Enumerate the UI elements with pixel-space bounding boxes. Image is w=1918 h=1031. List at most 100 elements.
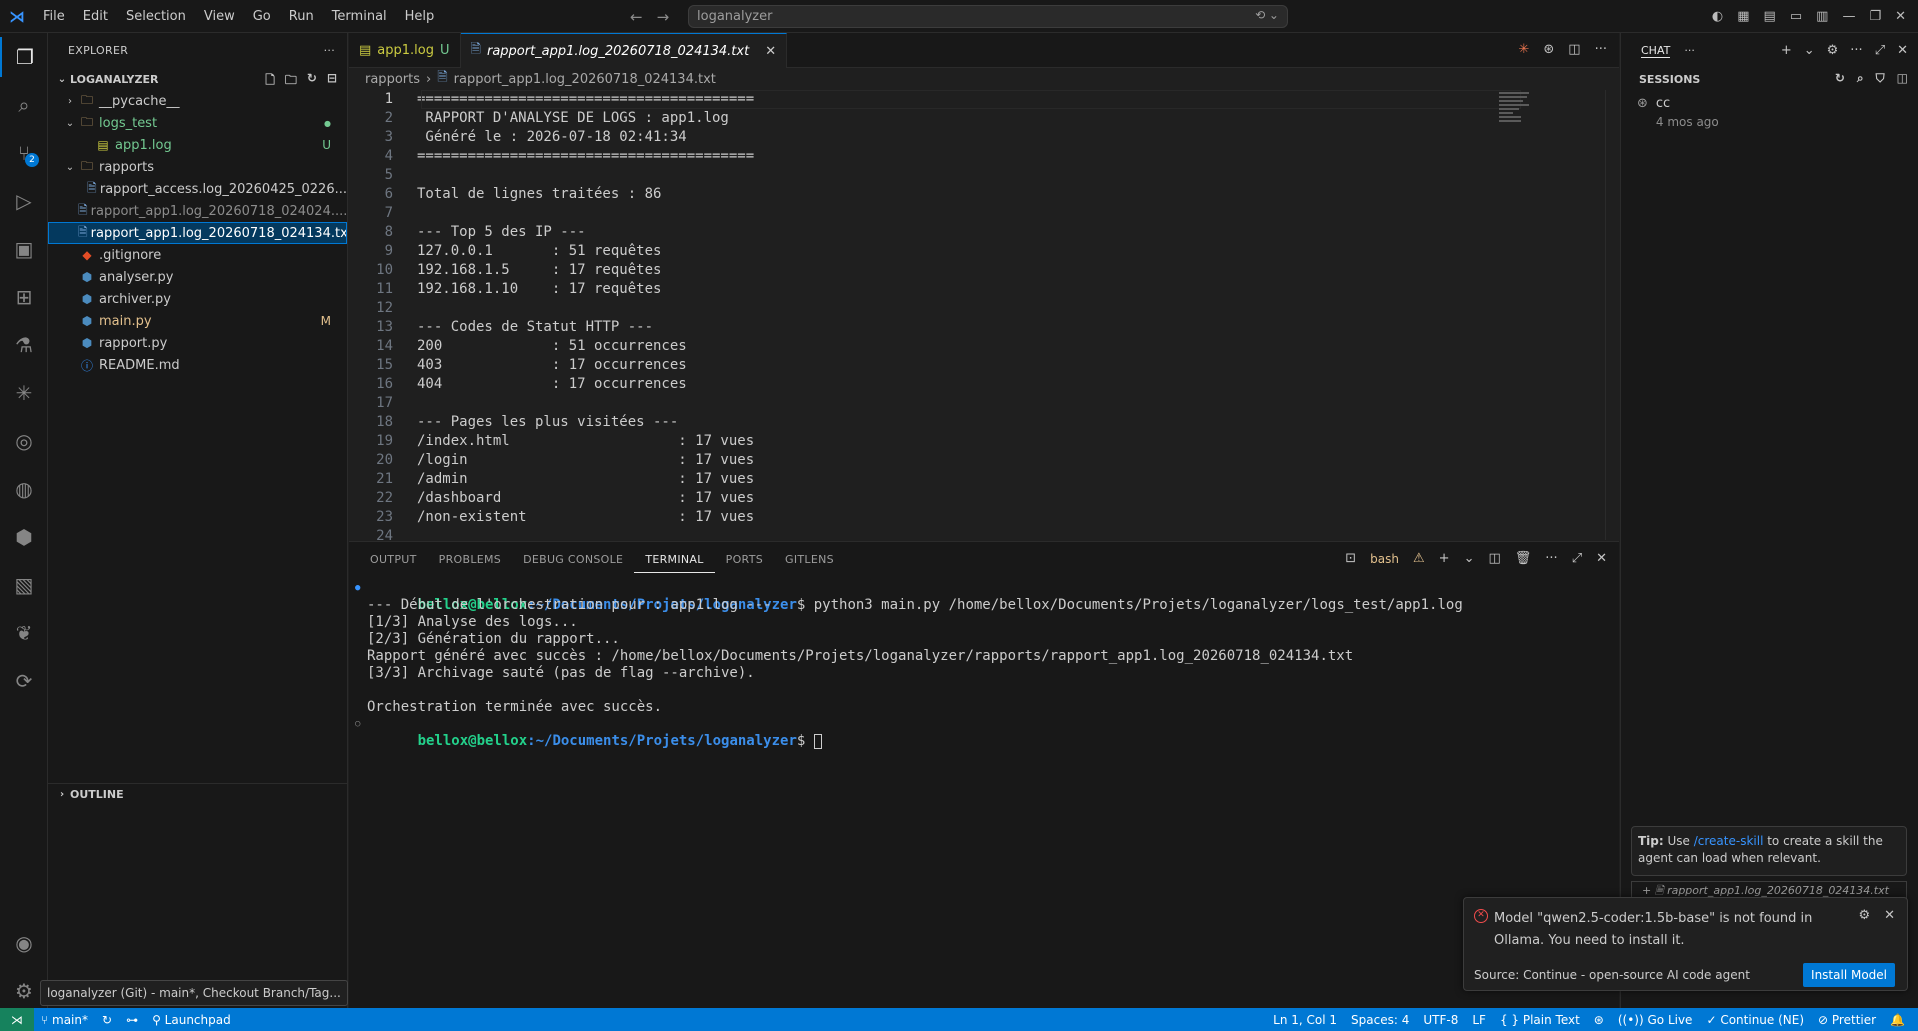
terminal-shell-label[interactable]: bash: [1370, 552, 1399, 566]
line-number[interactable]: 5: [349, 166, 393, 185]
tree-file[interactable]: 🗎 rapport_app1.log_20260718_024134.txt: [48, 222, 347, 244]
new-file-icon[interactable]: 🗋: [265, 71, 275, 92]
close-window-icon[interactable]: ✕: [1895, 9, 1906, 24]
panel-tab-gitlens[interactable]: GITLENS: [774, 542, 845, 577]
line-number[interactable]: 10: [349, 261, 393, 280]
line-number[interactable]: 13: [349, 318, 393, 337]
line-number[interactable]: 18: [349, 413, 393, 432]
panel-tab-terminal[interactable]: TERMINAL: [634, 547, 715, 573]
panel-tab-problems[interactable]: PROBLEMS: [428, 542, 512, 577]
notification-settings-icon[interactable]: ⚙: [1858, 908, 1870, 923]
tree-folder[interactable]: ⌄ 🗀 logs_test ●: [48, 112, 347, 134]
new-folder-icon[interactable]: 🗀: [285, 71, 297, 92]
refresh-sessions-icon[interactable]: ↻: [1835, 71, 1845, 86]
panel-tab-debug-console[interactable]: DEBUG CONSOLE: [512, 542, 634, 577]
line-number[interactable]: 7: [349, 204, 393, 223]
line-number[interactable]: 4: [349, 147, 393, 166]
code-editor[interactable]: 1 =======================================…: [349, 90, 1619, 540]
session-item[interactable]: ⊛ cc 4 mos ago: [1621, 90, 1918, 129]
new-chat-icon[interactable]: +: [1781, 43, 1792, 58]
encoding[interactable]: UTF-8: [1416, 1013, 1465, 1027]
layout-customize-icon[interactable]: ▦: [1737, 9, 1749, 24]
python-icon[interactable]: ⬢: [0, 517, 48, 557]
remote-indicator-icon[interactable]: ⋊: [0, 1008, 34, 1031]
minimize-icon[interactable]: —: [1842, 9, 1855, 24]
close-tab-icon[interactable]: ✕: [765, 44, 776, 59]
install-model-button[interactable]: Install Model: [1803, 963, 1895, 987]
filter-icon[interactable]: ⛉: [1876, 71, 1885, 86]
mongodb-leaf-icon[interactable]: ❦: [0, 613, 48, 653]
menu-selection[interactable]: Selection: [117, 0, 195, 33]
collapse-all-icon[interactable]: ⊟: [327, 71, 337, 92]
maximize-panel-icon[interactable]: ⤢: [1572, 551, 1582, 566]
command-success-dot-icon[interactable]: ●: [355, 580, 360, 597]
sync-icon[interactable]: ↻: [95, 1013, 119, 1027]
tree-folder[interactable]: › 🗀 __pycache__: [48, 90, 347, 112]
line-number[interactable]: 1: [349, 90, 393, 109]
tree-file[interactable]: ⬢ rapport.py: [48, 332, 347, 354]
menu-view[interactable]: View: [195, 0, 244, 33]
line-number[interactable]: 15: [349, 356, 393, 375]
close-notification-icon[interactable]: ✕: [1884, 908, 1895, 923]
go-live[interactable]: ((•)) Go Live: [1611, 1013, 1700, 1027]
line-number[interactable]: 19: [349, 432, 393, 451]
close-chat-icon[interactable]: ✕: [1897, 43, 1908, 58]
toggle-panel-icon[interactable]: ▭: [1790, 9, 1802, 24]
breadcrumb-folder[interactable]: rapports: [365, 72, 420, 87]
chat-views-more-icon[interactable]: ···: [1850, 43, 1862, 58]
cursor-position[interactable]: Ln 1, Col 1: [1266, 1013, 1344, 1027]
accounts-icon[interactable]: ◐: [1712, 9, 1723, 24]
command-center[interactable]: loganalyzer ⟲ ⌄: [688, 5, 1288, 28]
menu-edit[interactable]: Edit: [74, 0, 117, 33]
source-control-icon[interactable]: ⑂ 2: [0, 133, 48, 173]
toggle-sidebar-icon[interactable]: ▤: [1764, 9, 1776, 24]
line-number[interactable]: 11: [349, 280, 393, 299]
copilot-dropdown-icon[interactable]: ⟲ ⌄: [1255, 8, 1279, 22]
extensions-icon[interactable]: ⊞: [0, 277, 48, 317]
tree-file[interactable]: ▤ app1.log U: [48, 134, 347, 156]
notifications-bell-icon[interactable]: 🔔: [1883, 1013, 1912, 1027]
line-number[interactable]: 24: [349, 527, 393, 540]
line-number[interactable]: 17: [349, 394, 393, 413]
new-chat-dropdown-icon[interactable]: ⌄: [1804, 43, 1815, 58]
panel-tab-ports[interactable]: PORTS: [715, 542, 774, 577]
tree-file[interactable]: ⬢ main.py M: [48, 310, 347, 332]
line-number[interactable]: 12: [349, 299, 393, 318]
split-editor-icon[interactable]: ◫: [1568, 42, 1580, 57]
line-number[interactable]: 16: [349, 375, 393, 394]
line-number[interactable]: 9: [349, 242, 393, 261]
explorer-icon[interactable]: ❐: [0, 37, 48, 77]
gitlens-icon[interactable]: ◎: [0, 421, 48, 461]
editor-more-icon[interactable]: ···: [1595, 42, 1607, 57]
split-terminal-icon[interactable]: ◫: [1488, 551, 1500, 566]
continue-icon[interactable]: ⟳: [0, 661, 48, 701]
copilot-status-icon[interactable]: ⊛: [1587, 1013, 1611, 1027]
search-icon[interactable]: ⌕: [0, 85, 48, 125]
account-icon[interactable]: ◉: [0, 923, 48, 963]
tree-folder[interactable]: ⌄ 🗀 rapports: [48, 156, 347, 178]
tree-file[interactable]: ⬢ archiver.py: [48, 288, 347, 310]
panel-more-icon[interactable]: ···: [1545, 551, 1557, 566]
toggle-secondary-sidebar-icon[interactable]: ▥: [1816, 9, 1828, 24]
explorer-more-icon[interactable]: ···: [324, 44, 335, 57]
line-number[interactable]: 22: [349, 489, 393, 508]
minimap[interactable]: [1499, 90, 1539, 140]
menu-terminal[interactable]: Terminal: [323, 0, 396, 33]
language-mode[interactable]: { } Plain Text: [1493, 1013, 1587, 1027]
run-debug-icon[interactable]: ▷: [0, 181, 48, 221]
copilot-icon[interactable]: ⊛: [1543, 42, 1554, 57]
containers-icon[interactable]: ▧: [0, 565, 48, 605]
workspace-section-header[interactable]: ⌄ LOGANALYZER 🗋 🗀 ↻ ⊟: [48, 68, 347, 90]
tree-file[interactable]: ◆ .gitignore: [48, 244, 347, 266]
end-of-line[interactable]: LF: [1465, 1013, 1493, 1027]
claude-icon[interactable]: ✳: [0, 373, 48, 413]
remote-explorer-icon[interactable]: ▣: [0, 229, 48, 269]
restore-icon[interactable]: ❐: [1869, 9, 1881, 24]
line-number[interactable]: 8: [349, 223, 393, 242]
prettier-status[interactable]: ⊘ Prettier: [1811, 1013, 1883, 1027]
continue-status[interactable]: ✓ Continue (NE): [1699, 1013, 1811, 1027]
close-panel-icon[interactable]: ✕: [1596, 551, 1607, 566]
menu-run[interactable]: Run: [280, 0, 323, 33]
terminal-dropdown-icon[interactable]: ⌄: [1464, 551, 1475, 566]
search-sessions-icon[interactable]: ⌕: [1857, 71, 1864, 86]
